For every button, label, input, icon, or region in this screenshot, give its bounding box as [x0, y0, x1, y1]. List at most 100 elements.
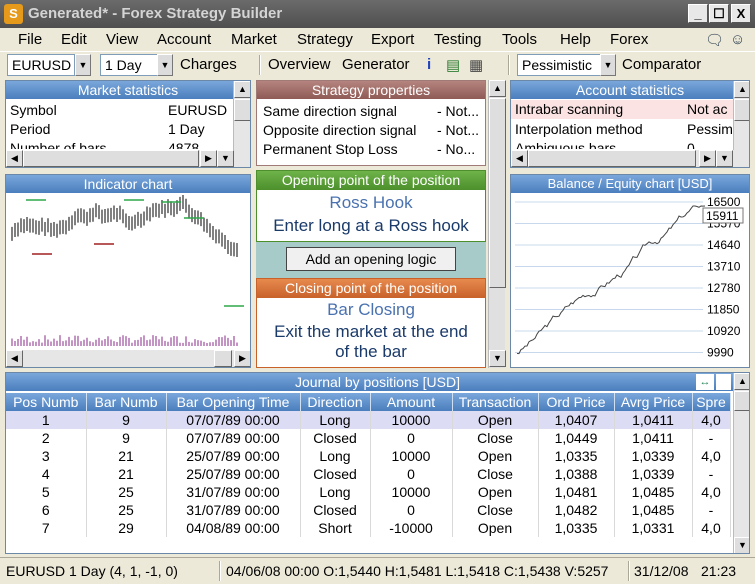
- journal-cell: Long: [300, 447, 371, 465]
- indicator-chart-canvas[interactable]: [6, 194, 250, 349]
- closing-point-panel[interactable]: Closing point of the position Bar Closin…: [256, 278, 486, 368]
- journal-cell: 1,0449: [538, 429, 615, 447]
- overview-button[interactable]: Overview: [268, 56, 331, 73]
- journal-column-header[interactable]: Spre: [692, 393, 731, 411]
- menu-view[interactable]: View: [106, 31, 138, 48]
- journal-column-header[interactable]: Pos Numb: [6, 393, 87, 411]
- scroll-thumb[interactable]: [214, 350, 232, 367]
- scroll-thumb[interactable]: [734, 391, 749, 411]
- journal-column-header[interactable]: Avrg Price: [614, 393, 693, 411]
- scroll-thumb[interactable]: [734, 99, 749, 121]
- scroll-left-icon[interactable]: ◀: [6, 350, 23, 367]
- pessimistic-select[interactable]: Pessimistic: [517, 54, 601, 76]
- strategy-vscroll[interactable]: ▲ ▼: [488, 80, 506, 368]
- journal-column-header[interactable]: Bar Opening Time: [166, 393, 301, 411]
- symbol-dropdown-icon[interactable]: ▼: [75, 54, 91, 76]
- scroll-right-icon[interactable]: ▶: [200, 150, 217, 167]
- scroll-left-icon[interactable]: ◀: [6, 150, 23, 167]
- menu-account[interactable]: Account: [157, 31, 211, 48]
- scroll-up-icon[interactable]: ▲: [734, 373, 749, 390]
- table-icon[interactable]: ▦: [469, 56, 483, 74]
- comparator-button[interactable]: Comparator: [622, 56, 701, 73]
- journal-header: Journal by positions [USD]: [6, 373, 749, 391]
- generator-button[interactable]: Generator: [342, 56, 410, 73]
- period-select[interactable]: 1 Day: [100, 54, 158, 76]
- strategy-prop-label[interactable]: Same direction signal: [263, 102, 397, 121]
- scroll-up-icon[interactable]: ▲: [489, 80, 506, 97]
- strategy-prop-value[interactable]: - Not...: [437, 102, 479, 121]
- journal-row[interactable]: 6 25 31/07/89 00:00 Closed 0 Close 1,0482 1,048…: [6, 501, 731, 519]
- journal-row[interactable]: 3 21 25/07/89 00:00 Long 10000 Open 1,0335 1,03…: [6, 447, 731, 465]
- journal-cell: 07/07/89 00:00: [166, 411, 301, 429]
- journal-row[interactable]: 4 21 25/07/89 00:00 Closed 0 Close 1,0388 1,033…: [6, 465, 731, 483]
- scroll-right-icon[interactable]: ▶: [234, 350, 250, 367]
- balance-equity-chart-panel: Balance / Equity chart [USD] 16500155701…: [510, 174, 750, 368]
- menu-help[interactable]: Help: [560, 31, 591, 48]
- journal-column-header[interactable]: Amount: [370, 393, 453, 411]
- strategy-prop-label[interactable]: Permanent Stop Loss: [263, 140, 398, 159]
- journal-row[interactable]: 5 25 31/07/89 00:00 Long 10000 Open 1,0481 1,04…: [6, 483, 731, 501]
- scroll-down-icon[interactable]: ▼: [217, 150, 234, 167]
- y-tick-label: 12780: [707, 281, 741, 295]
- account-stats-vscroll[interactable]: ▲: [733, 81, 749, 150]
- scroll-right-icon[interactable]: ▶: [699, 150, 716, 167]
- account-stats-hscroll[interactable]: ◀ ▶ ▼: [511, 150, 749, 167]
- scroll-thumb[interactable]: [23, 150, 199, 167]
- journal-row[interactable]: 7 29 04/08/89 00:00 Short -10000 Open 1,0335 1,…: [6, 519, 731, 537]
- menu-tools[interactable]: Tools: [502, 31, 537, 48]
- menu-export[interactable]: Export: [371, 31, 414, 48]
- menu-strategy[interactable]: Strategy: [297, 31, 353, 48]
- journal-expand-icon[interactable]: ↔: [696, 374, 714, 390]
- journal-row[interactable]: 2 9 07/07/89 00:00 Closed 0 Close 1,0449 1,0411…: [6, 429, 731, 447]
- opening-logic-name: Ross Hook: [329, 193, 413, 212]
- maximize-button[interactable]: ☐: [709, 4, 729, 23]
- pessimistic-dropdown-icon[interactable]: ▼: [600, 54, 616, 76]
- journal-cell: 25: [86, 501, 167, 519]
- scroll-down-icon[interactable]: ▼: [734, 537, 749, 553]
- scroll-down-icon[interactable]: ▼: [489, 350, 506, 367]
- journal-cell: Open: [452, 519, 539, 537]
- journal-cell: 1,0388: [538, 465, 615, 483]
- journal-vscroll[interactable]: ▲ ▼: [733, 373, 749, 553]
- journal-column-header[interactable]: Transaction: [452, 393, 539, 411]
- menu-file[interactable]: File: [18, 31, 42, 48]
- scroll-thumb[interactable]: [489, 98, 506, 288]
- journal-cell: 6: [6, 501, 87, 519]
- minimize-button[interactable]: _: [688, 4, 708, 23]
- scroll-thumb[interactable]: [234, 99, 250, 121]
- charges-button[interactable]: Charges: [180, 56, 237, 73]
- strategy-prop-value[interactable]: - Not...: [437, 121, 479, 140]
- journal-column-header[interactable]: Direction: [300, 393, 371, 411]
- calculator-icon[interactable]: ▤: [446, 56, 460, 74]
- journal-row[interactable]: 1 9 07/07/89 00:00 Long 10000 Open 1,0407 1,041…: [6, 411, 731, 429]
- menu-market[interactable]: Market: [231, 31, 277, 48]
- symbol-select[interactable]: EURUSD: [7, 54, 75, 76]
- menu-edit[interactable]: Edit: [61, 31, 87, 48]
- market-stats-vscroll[interactable]: ▲: [233, 81, 250, 150]
- scroll-up-icon[interactable]: ▲: [234, 81, 250, 98]
- indicator-chart-hscroll[interactable]: ◀ ▶: [6, 350, 250, 367]
- journal-column-header[interactable]: Bar Numb: [86, 393, 167, 411]
- journal-cell: 1,0407: [538, 411, 615, 429]
- menu-forex[interactable]: Forex: [610, 31, 648, 48]
- user-icon[interactable]: ☺: [730, 31, 745, 48]
- add-opening-logic-button[interactable]: Add an opening logic: [286, 247, 456, 271]
- strategy-properties-header: Strategy properties: [257, 81, 485, 99]
- info-icon[interactable]: i: [427, 56, 431, 73]
- scroll-thumb[interactable]: [528, 150, 696, 167]
- strategy-prop-value[interactable]: - No...: [437, 140, 475, 159]
- scroll-down-icon[interactable]: ▼: [716, 150, 733, 167]
- market-stats-hscroll[interactable]: ◀ ▶ ▼: [6, 150, 250, 167]
- opening-point-panel[interactable]: Opening point of the position Ross Hook …: [256, 170, 486, 242]
- menu-testing[interactable]: Testing: [434, 31, 482, 48]
- close-button[interactable]: X: [731, 4, 751, 23]
- scroll-up-icon[interactable]: ▲: [734, 81, 749, 98]
- journal-cell: 1,0482: [538, 501, 615, 519]
- balance-chart-canvas[interactable]: 1650015570146401371012780118501092099901…: [511, 194, 749, 366]
- strategy-prop-label[interactable]: Opposite direction signal: [263, 121, 416, 140]
- period-dropdown-icon[interactable]: ▼: [157, 54, 173, 76]
- journal-column-header[interactable]: Ord Price: [538, 393, 615, 411]
- scroll-left-icon[interactable]: ◀: [511, 150, 528, 167]
- journal-toggle-icon[interactable]: [716, 374, 731, 390]
- chat-icon[interactable]: 🗨: [705, 31, 724, 49]
